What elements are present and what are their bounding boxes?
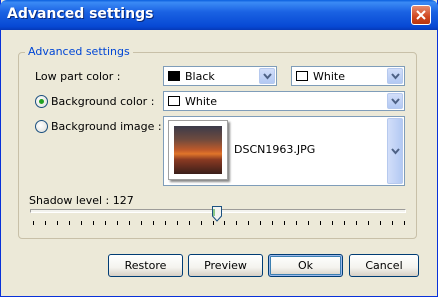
title-bar[interactable]: Advanced settings xyxy=(0,0,438,30)
slider-ticks xyxy=(33,221,405,225)
background-color-label[interactable]: Background color : xyxy=(51,95,154,108)
background-color-value: White xyxy=(185,95,217,108)
close-icon xyxy=(416,10,426,20)
image-thumbnail-frame xyxy=(168,120,228,180)
group-legend: Advanced settings xyxy=(25,45,133,58)
color-swatch-white xyxy=(296,71,308,81)
low-part-color-label: Low part color : xyxy=(35,70,121,83)
image-filename: DSCN1963.JPG xyxy=(234,143,316,156)
low-part-color-left-select[interactable]: Black xyxy=(163,66,277,86)
shadow-level-slider-thumb[interactable] xyxy=(212,206,222,222)
ok-button[interactable]: Ok xyxy=(268,254,343,277)
chevron-down-icon[interactable] xyxy=(259,68,275,84)
low-part-color-right-value: White xyxy=(313,70,345,83)
window-title: Advanced settings xyxy=(7,6,154,22)
background-image-radio[interactable] xyxy=(35,120,48,133)
background-color-radio[interactable] xyxy=(35,95,48,108)
low-part-color-right-select[interactable]: White xyxy=(291,66,405,86)
cancel-button[interactable]: Cancel xyxy=(349,254,419,277)
color-swatch-black xyxy=(168,71,180,81)
color-swatch-white xyxy=(168,96,180,106)
low-part-color-left-value: Black xyxy=(185,70,215,83)
background-color-select[interactable]: White xyxy=(163,91,405,111)
sunset-image-thumbnail xyxy=(174,126,222,174)
restore-button[interactable]: Restore xyxy=(108,254,183,277)
shadow-level-label: Shadow level : 127 xyxy=(29,194,134,207)
chevron-down-icon[interactable] xyxy=(387,118,403,184)
chevron-down-icon[interactable] xyxy=(387,68,403,84)
preview-button[interactable]: Preview xyxy=(188,254,263,277)
close-button[interactable] xyxy=(411,5,431,25)
chevron-down-icon[interactable] xyxy=(387,93,403,109)
background-image-select[interactable]: DSCN1963.JPG xyxy=(163,116,405,186)
dialog-window: Advanced settings Advanced settings Low … xyxy=(0,0,438,297)
background-image-label[interactable]: Background image : xyxy=(51,120,162,133)
